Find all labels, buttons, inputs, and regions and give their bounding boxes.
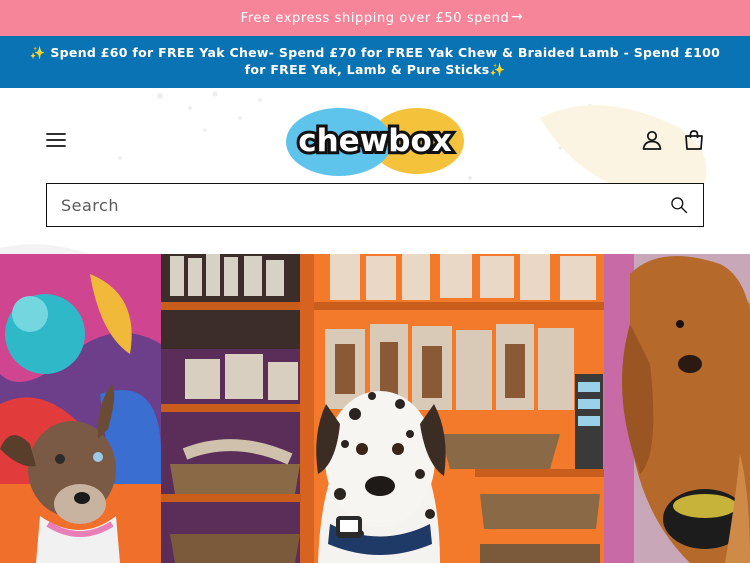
user-icon bbox=[642, 130, 662, 150]
search-input[interactable] bbox=[47, 185, 659, 225]
promo-banner: ✨ Spend £60 for FREE Yak Chew- Spend £70… bbox=[0, 36, 750, 88]
search-bar bbox=[46, 183, 704, 227]
hero-panel-golden-puppy bbox=[604, 254, 750, 563]
menu-button[interactable] bbox=[44, 128, 68, 152]
site-header: chewbox bbox=[0, 88, 750, 254]
announcement-bar[interactable]: Free express shipping over £50 spend → bbox=[0, 0, 750, 36]
cart-button[interactable] bbox=[682, 128, 706, 152]
announcement-text: Free express shipping over £50 spend bbox=[240, 10, 510, 26]
account-button[interactable] bbox=[640, 128, 664, 152]
search-button[interactable] bbox=[659, 185, 699, 225]
search-icon bbox=[671, 197, 688, 214]
arrow-right-icon[interactable]: → bbox=[511, 9, 523, 25]
logo-image: chewbox bbox=[286, 108, 464, 176]
hero-collage bbox=[0, 254, 750, 563]
logo-text: chewbox bbox=[298, 123, 452, 159]
shopping-bag-icon bbox=[685, 130, 703, 150]
hero-panel-puppy bbox=[0, 254, 161, 563]
chewbox-logo[interactable]: chewbox bbox=[284, 104, 466, 178]
hero-panel-dalmatian bbox=[161, 254, 604, 563]
hero-image[interactable] bbox=[0, 254, 750, 563]
promo-text: ✨ Spend £60 for FREE Yak Chew- Spend £70… bbox=[29, 45, 721, 77]
hamburger-menu-icon bbox=[46, 133, 66, 147]
